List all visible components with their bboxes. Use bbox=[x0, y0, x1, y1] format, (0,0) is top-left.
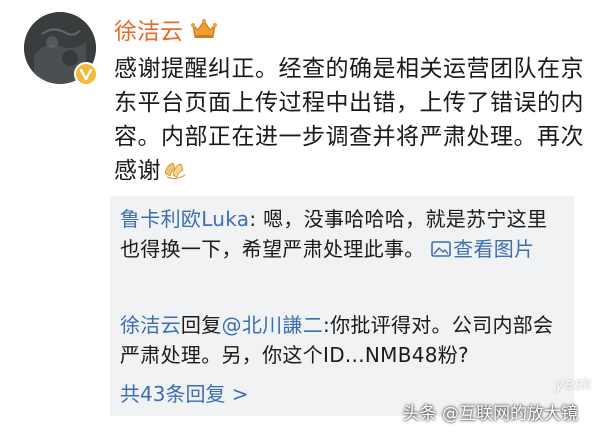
reply-separator: : bbox=[323, 313, 331, 337]
more-replies-link[interactable]: 共43条回复 > bbox=[120, 378, 249, 407]
crown-icon bbox=[191, 18, 217, 40]
reply-mention[interactable]: @北川謙二 bbox=[222, 313, 324, 337]
username[interactable]: 徐洁云 bbox=[114, 12, 183, 46]
reply-action: 回复 bbox=[180, 313, 222, 337]
reply-section: 鲁卡利欧Luka: 嗯，没事哈哈哈，就是苏宁这里也得换一下，希望严肃处理此事。 … bbox=[110, 196, 574, 416]
view-picture-label[interactable]: 查看图片 bbox=[453, 237, 534, 261]
clapping-hands-emoji bbox=[161, 158, 189, 184]
reply-author[interactable]: 徐洁云 bbox=[120, 313, 181, 337]
picture-icon bbox=[431, 241, 451, 257]
corner-watermark: yesk bbox=[555, 374, 592, 393]
reply-item: 鲁卡利欧Luka: 嗯，没事哈哈哈，就是苏宁这里也得换一下，希望严肃处理此事。 … bbox=[120, 204, 564, 264]
reply-item: 徐洁云回复@北川謙二:你批评得对。公司内部会严肃处理。另，你这个ID...NMB… bbox=[120, 310, 564, 370]
post-text: 感谢提醒纠正。经查的确是相关运营团队在京东平台页面上传过程中出错，上传了错误的内… bbox=[114, 52, 584, 188]
post-header: 徐洁云 bbox=[114, 12, 217, 46]
reply-author[interactable]: 鲁卡利欧Luka bbox=[120, 207, 249, 231]
reply-separator: : bbox=[249, 207, 264, 231]
view-picture-link[interactable]: 查看图片 bbox=[431, 237, 534, 261]
source-watermark: 头条 @互联网的放大镜 bbox=[402, 404, 578, 424]
verified-badge-icon bbox=[74, 62, 98, 86]
avatar-container[interactable] bbox=[24, 12, 98, 86]
